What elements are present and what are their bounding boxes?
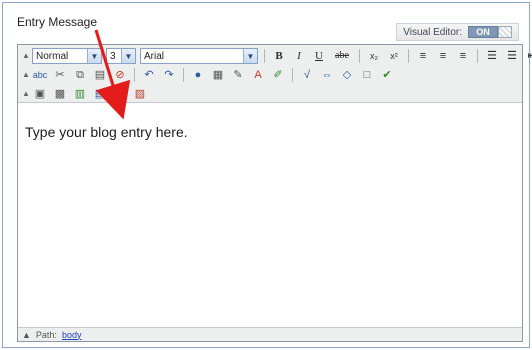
editor-statusbar: ▲ Path: body xyxy=(18,327,522,341)
toolbar-grip-icon[interactable]: ▲ xyxy=(22,70,30,80)
formula-icon[interactable]: √ xyxy=(299,67,315,83)
undo-icon[interactable]: ↶ xyxy=(141,67,157,83)
font-select[interactable]: Arial ▼ xyxy=(140,48,258,64)
italic-button[interactable]: I xyxy=(291,48,307,64)
statusbar-grip-icon[interactable]: ▲ xyxy=(22,330,31,340)
visual-editor-off-state[interactable] xyxy=(498,26,512,38)
media-icon[interactable]: ▥ xyxy=(72,86,88,102)
toolbar-separator xyxy=(264,49,265,63)
visual-editor-on-state[interactable]: ON xyxy=(468,26,498,38)
spellcheck-button[interactable]: abc xyxy=(32,67,48,83)
format-select[interactable]: Normal ▼ xyxy=(32,48,102,64)
toolbar-grip-icon[interactable]: ▲ xyxy=(22,89,30,99)
toolbar-grip-icon[interactable]: ▲ xyxy=(22,51,30,61)
toolbar-row-3: ▲ ▣ ▩ ▥ ▤ ▧ ▨ xyxy=(22,85,148,103)
document-icon[interactable]: ▣ xyxy=(32,86,48,102)
editor-toolbar: ▲ Normal ▼ 3 ▼ Arial ▼ B I U abe x₂ x² ≡… xyxy=(18,45,532,103)
redo-icon[interactable]: ↷ xyxy=(161,67,177,83)
font-select-value: Arial xyxy=(144,50,165,62)
strikethrough-button[interactable]: abe xyxy=(331,48,353,64)
pdf-icon[interactable]: ▨ xyxy=(132,86,148,102)
unordered-list-icon[interactable]: ☰ xyxy=(504,48,520,64)
subscript-button[interactable]: x₂ xyxy=(366,48,382,64)
entry-message-panel: Entry Message Visual Editor: ON ▲ Normal… xyxy=(2,2,532,348)
copy-icon[interactable]: ⧉ xyxy=(72,67,88,83)
bold-button[interactable]: B xyxy=(271,48,287,64)
toolbar-separator xyxy=(408,49,409,63)
link-globe-icon[interactable]: ● xyxy=(190,67,206,83)
visual-editor-label: Visual Editor: xyxy=(403,26,462,38)
toolbar-separator xyxy=(183,68,184,82)
size-select-value: 3 xyxy=(110,50,116,62)
toolbar-separator xyxy=(134,68,135,82)
code-icon[interactable]: ◇ xyxy=(339,67,355,83)
outdent-icon[interactable]: ⇤ xyxy=(524,48,532,64)
table-icon[interactable]: ▦ xyxy=(210,67,226,83)
image-icon[interactable]: ▩ xyxy=(52,86,68,102)
text-color-icon[interactable]: A xyxy=(250,67,266,83)
chevron-down-icon[interactable]: ▼ xyxy=(121,49,135,63)
anchor-icon[interactable]: ⇔ xyxy=(319,67,335,83)
editor-content-area[interactable]: Type your blog entry here. xyxy=(18,104,522,328)
cut-icon[interactable]: ✂ xyxy=(52,67,68,83)
attachment-icon[interactable]: ▧ xyxy=(112,86,128,102)
align-center-icon[interactable]: ≡ xyxy=(435,48,451,64)
ordered-list-icon[interactable]: ☰ xyxy=(484,48,500,64)
highlight-icon[interactable]: ✐ xyxy=(270,67,286,83)
chevron-down-icon[interactable]: ▼ xyxy=(87,49,101,63)
visual-editor-toggle-group: Visual Editor: ON xyxy=(396,23,519,41)
paste-icon[interactable]: ▤ xyxy=(92,67,108,83)
editor-placeholder-text[interactable]: Type your blog entry here. xyxy=(25,124,188,140)
toolbar-separator xyxy=(359,49,360,63)
visual-editor-toggle[interactable]: ON xyxy=(468,26,512,38)
pen-icon[interactable]: ✎ xyxy=(230,67,246,83)
remove-format-icon[interactable]: ⊘ xyxy=(112,67,128,83)
superscript-button[interactable]: x² xyxy=(386,48,402,64)
underline-button[interactable]: U xyxy=(311,48,327,64)
format-select-value: Normal xyxy=(36,50,69,62)
check-icon[interactable]: ✔ xyxy=(379,67,395,83)
path-body-link[interactable]: body xyxy=(62,330,82,340)
rich-text-editor: ▲ Normal ▼ 3 ▼ Arial ▼ B I U abe x₂ x² ≡… xyxy=(17,44,532,342)
panel-title: Entry Message xyxy=(17,15,98,29)
path-label: Path: xyxy=(35,329,57,340)
file-icon[interactable]: ▤ xyxy=(92,86,108,102)
embed-icon[interactable]: □ xyxy=(359,67,375,83)
chevron-down-icon[interactable]: ▼ xyxy=(243,49,257,63)
align-left-icon[interactable]: ≡ xyxy=(415,48,431,64)
toolbar-separator xyxy=(292,68,293,82)
toolbar-row-1: ▲ Normal ▼ 3 ▼ Arial ▼ B I U abe x₂ x² ≡… xyxy=(22,47,532,65)
size-select[interactable]: 3 ▼ xyxy=(106,48,136,64)
align-right-icon[interactable]: ≡ xyxy=(455,48,471,64)
toolbar-row-2: ▲ abc ✂ ⧉ ▤ ⊘ ↶ ↷ ● ▦ ✎ A ✐ √ ⇔ ◇ □ ✔ xyxy=(22,66,395,84)
toolbar-separator xyxy=(477,49,478,63)
